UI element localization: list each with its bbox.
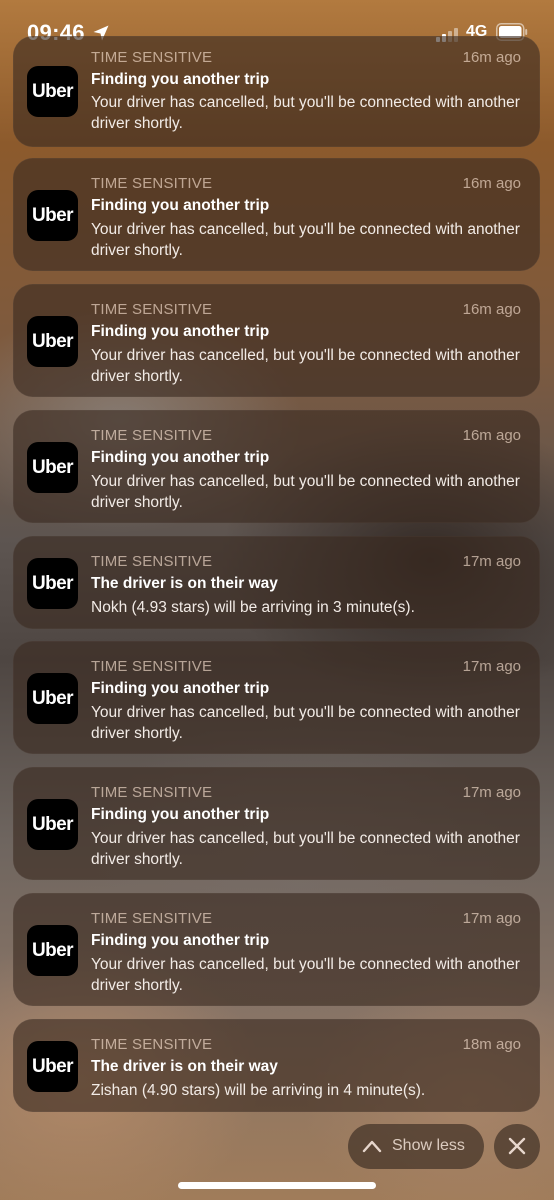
notification-body: Your driver has cancelled, but you'll be… bbox=[91, 704, 520, 742]
notification-card[interactable]: Uber TIME SENSITIVE 18m ago The driver i… bbox=[13, 1019, 540, 1112]
notification-body: Your driver has cancelled, but you'll be… bbox=[91, 94, 520, 132]
chevron-up-icon bbox=[362, 1140, 382, 1153]
notification-body: Your driver has cancelled, but you'll be… bbox=[91, 956, 520, 994]
notification-title: Finding you another trip bbox=[91, 680, 270, 697]
notification-body: Your driver has cancelled, but you'll be… bbox=[91, 347, 520, 385]
notification-card[interactable]: Uber TIME SENSITIVE 16m ago Finding you … bbox=[13, 284, 540, 397]
notification-category: TIME SENSITIVE bbox=[91, 175, 213, 192]
notification-header: TIME SENSITIVE 16m ago bbox=[91, 175, 521, 195]
notification-header: TIME SENSITIVE 17m ago bbox=[91, 910, 521, 930]
notification-title: Finding you another trip bbox=[91, 323, 270, 340]
notification-title: Finding you another trip bbox=[91, 449, 270, 466]
notification-header: TIME SENSITIVE 17m ago bbox=[91, 553, 521, 573]
notification-header: TIME SENSITIVE 16m ago bbox=[91, 49, 521, 69]
uber-app-icon: Uber bbox=[27, 799, 78, 850]
uber-app-icon: Uber bbox=[27, 1041, 78, 1092]
uber-app-icon: Uber bbox=[27, 66, 78, 117]
show-less-button[interactable]: Show less bbox=[348, 1124, 484, 1169]
notification-category: TIME SENSITIVE bbox=[91, 1036, 213, 1053]
notification-card[interactable]: Uber TIME SENSITIVE 16m ago Finding you … bbox=[13, 410, 540, 523]
notification-time: 17m ago bbox=[462, 784, 521, 801]
notification-time: 17m ago bbox=[462, 658, 521, 675]
notification-category: TIME SENSITIVE bbox=[91, 427, 213, 444]
notification-body: Your driver has cancelled, but you'll be… bbox=[91, 473, 520, 511]
notification-card[interactable]: Uber TIME SENSITIVE 17m ago Finding you … bbox=[13, 767, 540, 880]
notification-time: 16m ago bbox=[462, 175, 521, 192]
notification-header: TIME SENSITIVE 16m ago bbox=[91, 427, 521, 447]
clear-notifications-button[interactable] bbox=[494, 1124, 540, 1169]
notification-category: TIME SENSITIVE bbox=[91, 553, 213, 570]
notification-header: TIME SENSITIVE 16m ago bbox=[91, 301, 521, 321]
uber-app-icon: Uber bbox=[27, 190, 78, 241]
notification-card[interactable]: Uber TIME SENSITIVE 17m ago Finding you … bbox=[13, 893, 540, 1006]
notification-time: 18m ago bbox=[462, 1036, 521, 1053]
notification-time: 16m ago bbox=[462, 301, 521, 318]
uber-app-icon: Uber bbox=[27, 442, 78, 493]
close-icon bbox=[508, 1137, 526, 1155]
notification-title: Finding you another trip bbox=[91, 197, 270, 214]
home-indicator[interactable] bbox=[178, 1182, 376, 1189]
notification-time: 17m ago bbox=[462, 553, 521, 570]
notification-body: Your driver has cancelled, but you'll be… bbox=[91, 830, 520, 868]
notification-body: Zishan (4.90 stars) will be arriving in … bbox=[91, 1082, 426, 1099]
notification-category: TIME SENSITIVE bbox=[91, 910, 213, 927]
notification-category: TIME SENSITIVE bbox=[91, 49, 213, 66]
notification-category: TIME SENSITIVE bbox=[91, 301, 213, 318]
notification-header: TIME SENSITIVE 17m ago bbox=[91, 784, 521, 804]
uber-app-icon: Uber bbox=[27, 673, 78, 724]
uber-app-icon: Uber bbox=[27, 558, 78, 609]
notification-body: Nokh (4.93 stars) will be arriving in 3 … bbox=[91, 599, 415, 616]
notification-time: 16m ago bbox=[462, 49, 521, 66]
uber-app-icon: Uber bbox=[27, 316, 78, 367]
notification-card[interactable]: Uber TIME SENSITIVE 17m ago The driver i… bbox=[13, 536, 540, 629]
notification-title: Finding you another trip bbox=[91, 71, 270, 88]
notification-body: Your driver has cancelled, but you'll be… bbox=[91, 221, 520, 259]
show-less-label: Show less bbox=[392, 1137, 465, 1154]
notification-card[interactable]: Uber TIME SENSITIVE 16m ago Finding you … bbox=[13, 158, 540, 271]
notification-card[interactable]: Uber TIME SENSITIVE 17m ago Finding you … bbox=[13, 641, 540, 754]
notification-category: TIME SENSITIVE bbox=[91, 658, 213, 675]
uber-app-icon: Uber bbox=[27, 925, 78, 976]
notification-title: Finding you another trip bbox=[91, 932, 270, 949]
notification-title: Finding you another trip bbox=[91, 806, 270, 823]
notification-title: The driver is on their way bbox=[91, 575, 278, 592]
notification-category: TIME SENSITIVE bbox=[91, 784, 213, 801]
notification-card[interactable]: Uber TIME SENSITIVE 16m ago Finding you … bbox=[13, 36, 540, 147]
notification-time: 16m ago bbox=[462, 427, 521, 444]
notification-header: TIME SENSITIVE 18m ago bbox=[91, 1036, 521, 1056]
notification-title: The driver is on their way bbox=[91, 1058, 278, 1075]
notification-header: TIME SENSITIVE 17m ago bbox=[91, 658, 521, 678]
notification-time: 17m ago bbox=[462, 910, 521, 927]
